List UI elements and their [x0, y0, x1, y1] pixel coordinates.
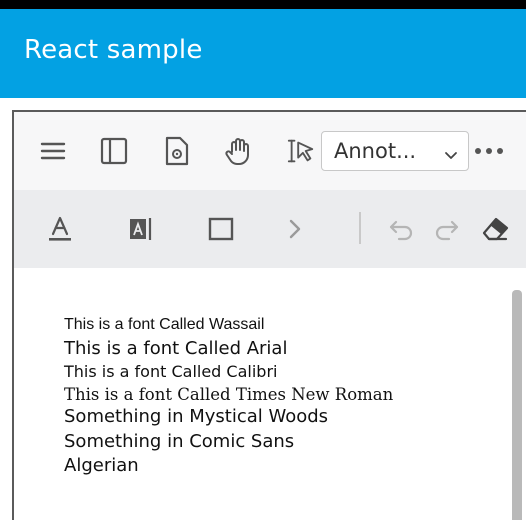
eraser-icon[interactable]: [480, 214, 510, 244]
more-horizontal-icon[interactable]: [472, 136, 506, 166]
text-select-cursor-icon[interactable]: [286, 136, 316, 166]
main-toolbar: Annot...: [14, 112, 526, 190]
document-page: This is a font Called Wassail This is a …: [14, 268, 526, 520]
rectangle-icon[interactable]: [206, 214, 236, 244]
app-header: React sample: [0, 9, 526, 98]
document-line: This is a font Called Arial: [64, 338, 288, 359]
free-text-icon[interactable]: [126, 214, 156, 244]
document-settings-icon[interactable]: [162, 136, 192, 166]
toolbar-divider: [359, 212, 361, 244]
hamburger-menu-icon[interactable]: [38, 136, 68, 166]
app-title: React sample: [24, 35, 203, 65]
mode-dropdown-value: Annot...: [334, 139, 417, 163]
undo-icon[interactable]: [386, 214, 416, 244]
chevron-right-icon[interactable]: [280, 214, 310, 244]
document-line: Algerian: [64, 455, 139, 476]
document-line: Something in Mystical Woods: [64, 406, 329, 427]
pdf-viewer: Annot... This is a font Called Wassail T…: [12, 110, 526, 520]
hand-pan-icon[interactable]: [224, 136, 254, 166]
sidebar-toggle-icon[interactable]: [99, 136, 129, 166]
annotation-toolbar: [14, 190, 526, 268]
document-line: This is a font Called Times New Roman: [64, 385, 394, 404]
document-line: This is a font Called Calibri: [64, 362, 278, 381]
mode-dropdown[interactable]: Annot...: [321, 131, 469, 171]
redo-icon[interactable]: [432, 214, 462, 244]
document-line: Something in Comic Sans: [64, 431, 295, 452]
vertical-scrollbar[interactable]: [512, 290, 522, 520]
status-bar: [0, 0, 526, 9]
document-line: This is a font Called Wassail: [64, 316, 265, 333]
chevron-down-icon: [444, 146, 458, 165]
text-color-icon[interactable]: [45, 214, 75, 244]
